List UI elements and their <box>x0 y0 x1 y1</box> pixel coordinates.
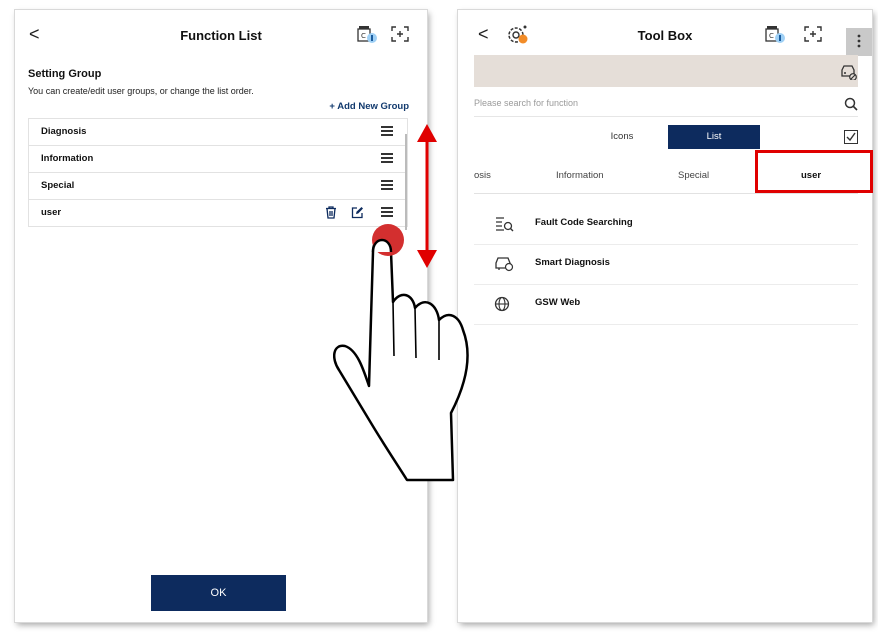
globe-icon <box>494 296 512 317</box>
function-label: Smart Diagnosis <box>535 257 610 268</box>
add-new-group-button[interactable]: + Add New Group <box>329 101 409 112</box>
drag-handle-icon[interactable] <box>381 153 393 163</box>
svg-text:C: C <box>769 32 774 40</box>
function-item-fault-code-searching[interactable]: Fault Code Searching <box>474 204 858 245</box>
group-row-information[interactable]: Information <box>29 146 407 173</box>
group-label: Diagnosis <box>41 126 87 137</box>
search-input[interactable]: Please search for function <box>474 98 578 108</box>
group-label: user <box>41 207 62 218</box>
drag-handle-icon[interactable] <box>381 126 393 136</box>
vehicle-banner <box>474 55 858 87</box>
tab-information[interactable]: Information <box>556 170 604 181</box>
function-item-gsw-web[interactable]: GSW Web <box>474 284 858 325</box>
group-row-special[interactable]: Special <box>29 173 407 200</box>
vci-connection-icon[interactable]: C <box>356 26 378 49</box>
vehicle-icon[interactable] <box>840 64 858 85</box>
vci-connection-icon[interactable]: C <box>764 26 786 49</box>
group-label: Special <box>41 180 75 191</box>
search-icon[interactable] <box>844 97 858 116</box>
scrollbar[interactable] <box>405 134 407 230</box>
function-item-smart-diagnosis[interactable]: Smart Diagnosis <box>474 244 858 285</box>
view-icons-toggle[interactable]: Icons <box>576 125 668 149</box>
function-label: GSW Web <box>535 297 581 308</box>
ok-button[interactable]: OK <box>151 575 286 611</box>
group-row-diagnosis[interactable]: Diagnosis <box>29 119 407 146</box>
fullscreen-icon[interactable] <box>804 26 822 47</box>
checkbox[interactable] <box>844 130 858 144</box>
view-list-toggle[interactable]: List <box>668 125 760 149</box>
function-label: Fault Code Searching <box>535 217 633 228</box>
setting-group-title: Setting Group <box>28 68 102 80</box>
user-tab-highlight <box>755 150 873 193</box>
smart-diagnosis-icon <box>494 256 514 277</box>
drag-handle-icon[interactable] <box>381 180 393 190</box>
group-label: Information <box>41 153 94 164</box>
setting-group-description: You can create/edit user groups, or chan… <box>28 86 254 96</box>
drag-handle-icon[interactable] <box>381 207 393 217</box>
tool-box-screen: < Tool Box C Please search for function … <box>458 10 872 622</box>
header: < Tool Box C <box>458 10 872 60</box>
fault-code-search-icon <box>494 216 514 237</box>
tab-special[interactable]: Special <box>678 170 709 181</box>
tab-diagnosis[interactable]: osis <box>474 170 491 181</box>
group-list: Diagnosis Information Special user <box>28 118 408 227</box>
header: < Function List C <box>15 10 427 60</box>
more-menu-icon[interactable] <box>846 28 872 56</box>
search-bar: Please search for function <box>474 94 858 117</box>
svg-text:C: C <box>361 32 366 40</box>
drag-gesture-hand-icon <box>333 224 469 482</box>
fullscreen-icon[interactable] <box>391 26 409 47</box>
